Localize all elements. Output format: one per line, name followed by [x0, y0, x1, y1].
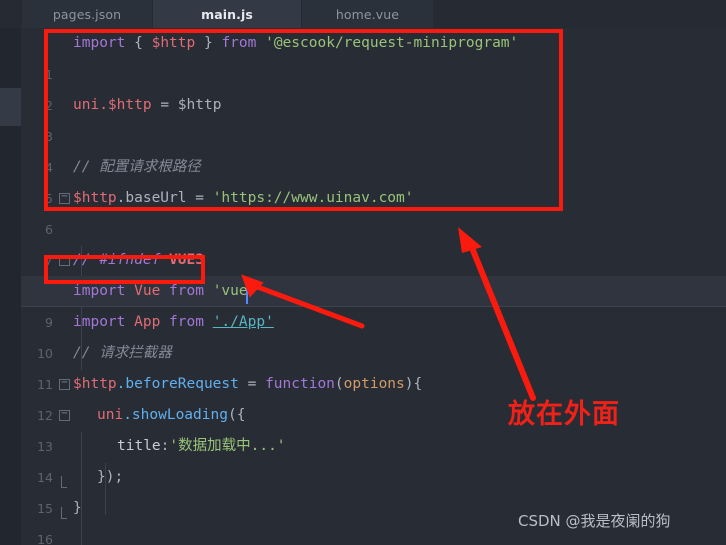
code-line[interactable]: 10 import App from './App': [21, 307, 726, 361]
line-content: }: [73, 500, 82, 516]
code-line[interactable]: 8 // #ifndef VUE3: [21, 245, 726, 299]
line-content: // 配置请求根路径: [73, 159, 201, 175]
token-keyword: function: [265, 376, 335, 392]
token-identifier: $http: [73, 376, 117, 392]
editor-scroll-track[interactable]: [0, 28, 21, 545]
token-keyword: import: [73, 283, 126, 299]
tab-label: main.js: [201, 6, 253, 22]
token-string: '@escook/request-miniprogram': [256, 35, 519, 51]
code-fold-toggle-icon[interactable]: [59, 255, 70, 266]
token-punctuation: ({: [227, 407, 246, 423]
token-identifier: $http: [177, 97, 222, 113]
token-keyword: import: [73, 35, 126, 51]
code-line[interactable]: 11 // 请求拦截器: [21, 338, 726, 392]
code-line[interactable]: 12 $http.beforeRequest = function(option…: [21, 369, 726, 423]
tab-label: home.vue: [335, 6, 400, 22]
tab-label: pages.json: [52, 6, 122, 22]
code-line[interactable]: 5 // 配置请求根路径: [21, 152, 726, 206]
code-fold-toggle-icon[interactable]: [59, 193, 70, 204]
token-punctuation: (: [334, 376, 344, 392]
code-line[interactable]: 14 title:'数据加载中...': [21, 431, 726, 485]
token-string: 'vue': [203, 283, 257, 299]
token-object-key: title: [117, 438, 161, 454]
code-line[interactable]: 7: [21, 214, 726, 268]
token-operator: =: [186, 190, 213, 206]
token-identifier: uni: [73, 97, 100, 113]
tab-pages-json[interactable]: pages.json: [22, 0, 152, 28]
token-module-link[interactable]: './App': [213, 314, 274, 330]
code-line[interactable]: 2: [21, 59, 726, 113]
editor-scroll-thumb[interactable]: [0, 88, 21, 126]
line-content: // 请求拦截器: [73, 345, 172, 361]
line-content: import { $http } from '@escook/request-m…: [73, 28, 518, 59]
token-keyword: import: [73, 314, 126, 330]
editor-tab-bar: pages.json main.js home.vue: [0, 0, 726, 28]
token-string: 'https://www.uinav.com': [212, 190, 414, 206]
token-property: .beforeRequest: [116, 376, 239, 392]
csdn-watermark: CSDN @我是夜阑的狗: [518, 512, 671, 530]
code-fold-end-marker: [61, 476, 67, 488]
tab-main-js[interactable]: main.js: [153, 0, 301, 28]
token-parameter: options: [343, 376, 405, 392]
token-string: '数据加载中...': [169, 438, 286, 454]
line-content: });: [97, 469, 124, 485]
token-punctuation: }: [195, 35, 222, 51]
line-content: $http.baseUrl = 'https://www.uinav.com': [73, 183, 414, 214]
code-line[interactable]: 15 });: [21, 462, 726, 516]
text-caret: [246, 280, 248, 304]
code-editor-screenshot: pages.json main.js home.vue 1 import { $…: [0, 0, 726, 545]
code-fold-toggle-icon[interactable]: [59, 379, 70, 390]
code-area[interactable]: 1 import { $http } from '@escook/request…: [21, 28, 726, 545]
token-operator: =: [151, 97, 178, 113]
token-identifier: $http: [73, 190, 117, 206]
code-line-active[interactable]: 9 import Vue from 'vue': [21, 276, 726, 330]
code-line[interactable]: 13 uni.showLoading({: [21, 400, 726, 454]
token-operator: =: [238, 376, 266, 392]
tab-bar-empty-area: [433, 0, 726, 28]
token-preprocessor-flag: VUE3: [169, 252, 204, 268]
code-line[interactable]: 4: [21, 121, 726, 175]
code-fold-toggle-icon[interactable]: [59, 410, 70, 421]
token-comment: // #ifndef: [73, 252, 170, 268]
token-property: .$http: [99, 97, 152, 113]
token-identifier: Vue: [125, 283, 170, 299]
line-content: import Vue from 'vue': [73, 276, 256, 307]
token-keyword: from: [169, 283, 204, 299]
line-content: uni.showLoading({: [97, 400, 245, 431]
token-identifier: App: [125, 314, 170, 330]
code-line[interactable]: 1 import { $http } from '@escook/request…: [21, 28, 726, 82]
token-punctuation: {: [125, 35, 152, 51]
line-content: import App from './App': [73, 307, 274, 338]
annotation-note-text: 放在外面: [508, 399, 620, 430]
token-property: .baseUrl: [116, 190, 187, 206]
token-identifier: $http: [151, 35, 196, 51]
code-line[interactable]: 6 $http.baseUrl = 'https://www.uinav.com…: [21, 183, 726, 237]
line-number: 16: [37, 532, 53, 545]
token-keyword: from: [169, 314, 204, 330]
token-punctuation: ){: [404, 376, 423, 392]
token-keyword: from: [221, 35, 257, 51]
code-line[interactable]: 3 uni.$http = $http: [21, 90, 726, 144]
line-content: title:'数据加载中...': [117, 431, 286, 462]
line-content: $http.beforeRequest = function(options){: [73, 369, 422, 400]
line-content: // #ifndef VUE3: [73, 245, 204, 276]
tab-home-vue[interactable]: home.vue: [302, 0, 433, 28]
token-identifier: uni: [97, 407, 124, 423]
code-fold-end-marker: [61, 507, 67, 519]
token-property: .showLoading: [123, 407, 228, 423]
editor-body: 1 import { $http } from '@escook/request…: [0, 28, 726, 545]
line-content: uni.$http = $http: [73, 90, 221, 121]
tab-bar-left-spacer: [0, 0, 22, 28]
